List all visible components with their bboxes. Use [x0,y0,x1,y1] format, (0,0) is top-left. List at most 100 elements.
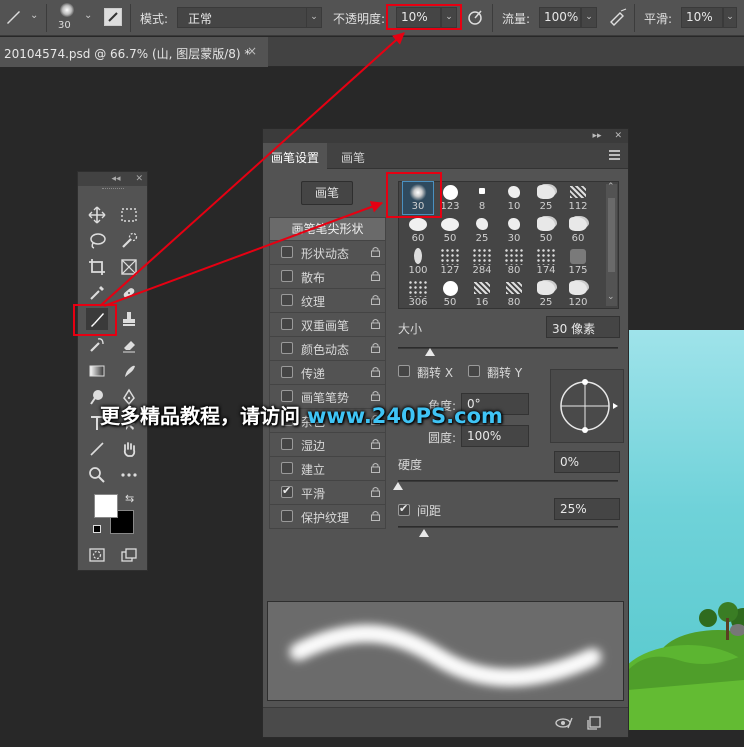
brush-option-checkbox[interactable] [281,366,293,378]
spacing-input[interactable]: 25% [554,498,620,520]
frame-tool-icon[interactable] [118,256,140,278]
more-tools-icon[interactable] [118,464,140,486]
brush-tip-cell[interactable]: 284 [467,246,497,278]
brush-preset-picker[interactable]: 30 [54,3,82,33]
brush-option-item[interactable]: 建立 [269,457,386,481]
toggle-preview-icon[interactable] [555,716,573,733]
close-icon[interactable]: ✕ [135,174,143,184]
brush-tip-cell[interactable]: 80 [499,278,529,310]
brush-option-checkbox[interactable] [281,246,293,258]
brush-tip-cell[interactable]: 60 [403,214,433,246]
quick-selection-tool-icon[interactable] [118,230,140,252]
document-tab[interactable]: 20104574.psd @ 66.7% (山, 图层蒙版/8) * × [0,37,268,67]
tab-brush-settings[interactable]: 画笔设置 [263,143,328,169]
brush-option-checkbox[interactable] [281,342,293,354]
brush-tip-cell[interactable]: 10 [499,182,529,214]
brush-tip-cell[interactable]: 25 [467,214,497,246]
brush-tip-cell[interactable]: 100 [403,246,433,278]
new-brush-icon[interactable] [587,716,601,733]
toolbox-grip[interactable] [102,188,124,190]
brush-tip-cell[interactable]: 127 [435,246,465,278]
swap-colors-icon[interactable]: ⇆ [125,492,134,505]
chevron-down-icon[interactable]: ⌄ [607,292,615,302]
grid-scrollbar[interactable]: ⌃ ⌄ [606,182,617,306]
crop-tool-icon[interactable] [86,256,108,278]
brush-tip-cell[interactable]: 50 [435,278,465,310]
hardness-input[interactable]: 0% [554,451,620,473]
hardness-slider-knob[interactable] [393,482,403,490]
brush-option-item[interactable]: 平滑 [269,481,386,505]
brush-tip-cell[interactable]: 306 [403,278,433,310]
brush-panel-toggle-icon[interactable] [104,8,122,26]
brush-option-checkbox[interactable] [281,462,293,474]
brush-option-item[interactable]: 形状动态 [269,241,386,265]
brush-option-item[interactable]: 湿边 [269,433,386,457]
lock-icon[interactable] [370,246,381,257]
brush-tip-cell[interactable]: 80 [499,246,529,278]
brush-option-checkbox[interactable] [281,294,293,306]
chevron-down-icon[interactable]: ⌄ [30,10,38,21]
brushes-button[interactable]: 画笔 [301,181,353,205]
angle-roundness-widget[interactable] [550,369,624,443]
history-brush-tool-icon[interactable] [86,334,108,356]
brush-tip-cell[interactable]: 112 [563,182,593,214]
spacing-slider-track[interactable] [398,526,618,528]
chevron-up-icon[interactable]: ⌃ [607,182,615,192]
lock-icon[interactable] [370,318,381,329]
brush-option-item[interactable]: 画笔笔尖形状 [269,217,386,241]
spacing-slider-knob[interactable] [419,529,429,537]
brush-option-item[interactable]: 双重画笔 [269,313,386,337]
foreground-color-swatch[interactable] [94,494,118,518]
screen-mode-icon[interactable] [118,544,140,566]
lock-icon[interactable] [370,366,381,377]
mode-select[interactable]: 正常 [177,7,322,28]
zoom-tool-icon[interactable] [86,464,108,486]
lock-icon[interactable] [370,510,381,521]
brush-option-checkbox[interactable] [281,318,293,330]
lock-icon[interactable] [370,462,381,473]
collapse-icon[interactable]: ▸▸ [593,131,602,141]
brush-tip-cell[interactable]: 60 [563,214,593,246]
chevron-down-icon[interactable]: ⌄ [84,10,92,21]
size-input[interactable]: 30 像素 [546,316,620,338]
lock-icon[interactable] [370,342,381,353]
gradient-tool-icon[interactable] [86,360,108,382]
brush-option-checkbox[interactable] [281,438,293,450]
move-tool-icon[interactable] [86,204,108,226]
collapse-icon[interactable]: ◂◂ [112,174,121,184]
grid-scroll-thumb[interactable] [608,198,615,272]
quick-mask-icon[interactable] [86,544,108,566]
brush-tip-cell[interactable]: 25 [531,278,561,310]
lock-icon[interactable] [370,270,381,281]
close-icon[interactable]: × [247,44,257,58]
hardness-slider-track[interactable] [398,480,618,482]
hand-tool-icon[interactable] [118,438,140,460]
brush-option-item[interactable]: 保护纹理 [269,505,386,529]
brush-option-item[interactable]: 散布 [269,265,386,289]
line-tool-icon[interactable] [86,438,108,460]
brush-tip-cell[interactable]: 50 [531,214,561,246]
brush-option-item[interactable]: 颜色动态 [269,337,386,361]
smoothing-input[interactable]: 10% [681,7,723,28]
size-slider-knob[interactable] [425,348,435,356]
brush-option-checkbox[interactable] [281,484,293,498]
brush-tip-cell[interactable]: 174 [531,246,561,278]
brush-tip-cell[interactable]: 175 [563,246,593,278]
chevron-down-icon[interactable]: ⌄ [723,7,737,28]
flip-y-checkbox[interactable] [468,365,480,377]
healing-brush-tool-icon[interactable] [118,282,140,304]
clone-stamp-tool-icon[interactable] [118,308,140,330]
lasso-tool-icon[interactable] [86,230,108,252]
panel-menu-icon[interactable] [609,150,620,160]
brush-option-checkbox[interactable] [281,270,293,282]
eraser-tool-icon[interactable] [118,334,140,356]
close-icon[interactable]: ✕ [614,131,622,141]
brush-tip-cell[interactable]: 8 [467,182,497,214]
lock-icon[interactable] [370,486,381,497]
default-colors-icon[interactable] [93,525,101,533]
marquee-tool-icon[interactable] [118,204,140,226]
brush-tip-cell[interactable]: 16 [467,278,497,310]
flow-input[interactable]: 100% [539,7,581,28]
brush-option-item[interactable]: 纹理 [269,289,386,313]
brush-tip-cell[interactable]: 25 [531,182,561,214]
